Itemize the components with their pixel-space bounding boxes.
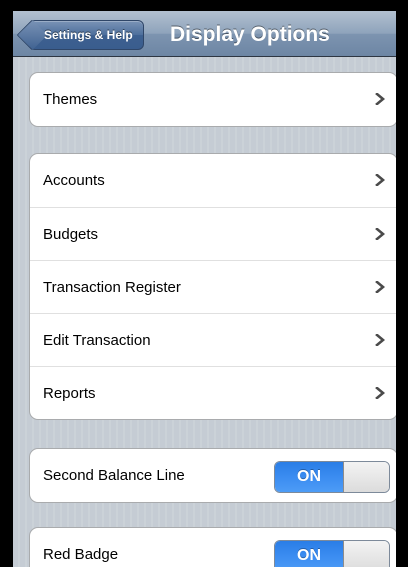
chevron-right-icon xyxy=(375,228,385,240)
row-red-badge: Red Badge ON xyxy=(30,528,396,567)
back-button[interactable]: Settings & Help xyxy=(16,19,144,51)
row-reports[interactable]: Reports xyxy=(30,366,396,419)
second-balance-line-toggle[interactable]: ON xyxy=(274,461,390,493)
screen: Settings & Help Display Options Themes A… xyxy=(11,11,396,567)
toggle-knob[interactable] xyxy=(343,462,389,492)
section-red-badge: Red Badge ON xyxy=(29,527,396,567)
row-label: Accounts xyxy=(43,172,105,189)
navigation-bar: Settings & Help Display Options xyxy=(13,11,396,57)
page-title: Display Options xyxy=(170,23,330,46)
chevron-right-icon xyxy=(375,93,385,105)
row-themes[interactable]: Themes xyxy=(30,73,396,126)
chevron-right-icon xyxy=(375,281,385,293)
row-label: Edit Transaction xyxy=(43,332,151,349)
section-display-screens: Accounts Budgets Transaction Register Ed… xyxy=(29,153,396,420)
toggle-on-label: ON xyxy=(275,541,343,567)
back-button-label: Settings & Help xyxy=(44,28,133,42)
row-edit-transaction[interactable]: Edit Transaction xyxy=(30,313,396,366)
chevron-right-icon xyxy=(375,387,385,399)
row-label: Reports xyxy=(43,385,96,402)
row-label: Transaction Register xyxy=(43,279,181,296)
toggle-knob[interactable] xyxy=(343,541,389,567)
row-label: Second Balance Line xyxy=(43,467,185,484)
back-arrow-icon xyxy=(16,19,48,51)
toggle-on-label: ON xyxy=(275,462,343,492)
chevron-right-icon xyxy=(375,174,385,186)
row-label: Budgets xyxy=(43,226,99,243)
section-second-balance-line: Second Balance Line ON xyxy=(29,448,396,503)
row-label: Red Badge xyxy=(43,546,119,563)
row-accounts[interactable]: Accounts xyxy=(30,154,396,207)
section-themes: Themes xyxy=(29,72,396,127)
row-budgets[interactable]: Budgets xyxy=(30,207,396,260)
row-label: Themes xyxy=(43,91,98,108)
row-transaction-register[interactable]: Transaction Register xyxy=(30,260,396,313)
row-second-balance-line: Second Balance Line ON xyxy=(30,449,396,502)
chevron-right-icon xyxy=(375,334,385,346)
red-badge-toggle[interactable]: ON xyxy=(274,540,390,567)
